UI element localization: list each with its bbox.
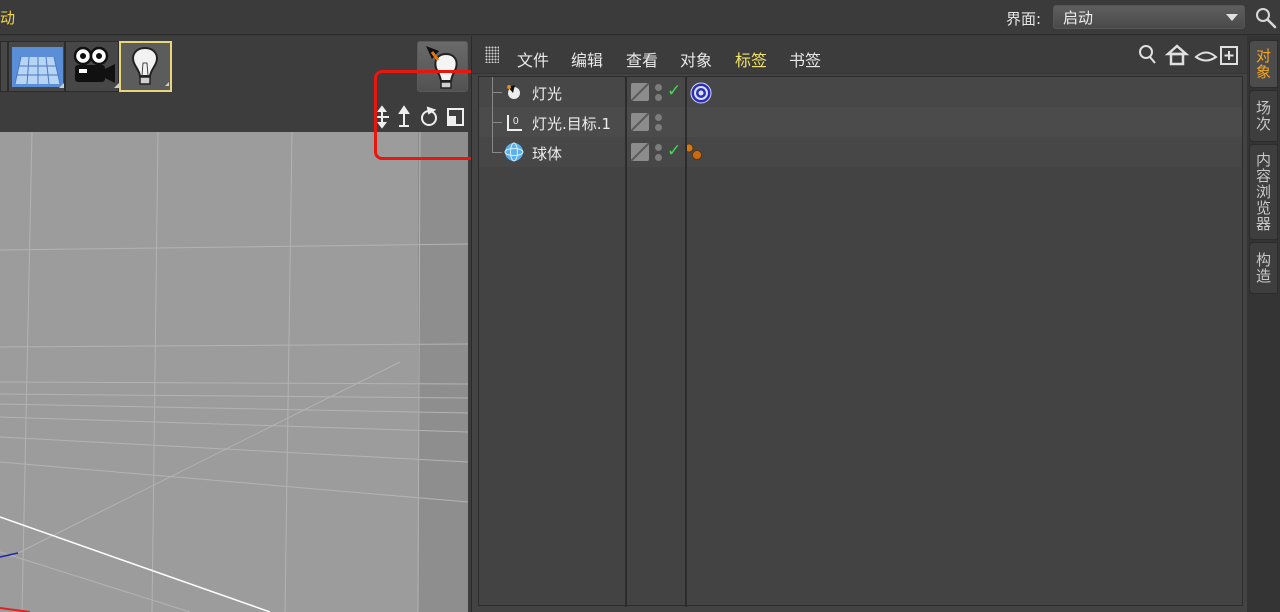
panel-grip-icon[interactable] <box>485 46 499 63</box>
search-icon[interactable] <box>1255 7 1277 29</box>
render-visibility-dot[interactable] <box>655 154 662 161</box>
editor-visibility-dot[interactable] <box>655 84 662 91</box>
layout-select[interactable]: 启动 <box>1053 5 1245 29</box>
add-view-icon[interactable] <box>1220 46 1238 65</box>
enabled-check-icon[interactable]: ✓ <box>667 141 681 161</box>
target-tag-icon[interactable] <box>689 81 713 105</box>
tree-connector <box>492 92 502 93</box>
top-bar: 动 界面: 启动 <box>0 0 1280 35</box>
table-row[interactable]: 0 灯光.目标.1 <box>479 107 1242 137</box>
object-manager-panel: 文件 编辑 查看 对象 标签 书签 灯光 ✓ 0 灯光.目标.1 球体 ✓ <box>471 36 1248 612</box>
toolbar <box>0 41 175 93</box>
floor-icon <box>12 47 64 88</box>
tab-content-browser[interactable]: 内容浏览器 <box>1249 144 1278 240</box>
sphere-icon <box>504 142 524 162</box>
layout-select-value: 启动 <box>1063 9 1094 27</box>
render-visibility-dot[interactable] <box>655 124 662 131</box>
dropdown-arrow-icon[interactable] <box>1226 14 1238 21</box>
viewport-grid <box>0 132 468 612</box>
render-visibility-dot[interactable] <box>655 94 662 101</box>
viewport-panel <box>0 36 503 612</box>
layer-toggle[interactable] <box>631 143 649 161</box>
lightbulb-icon <box>132 46 169 86</box>
editor-visibility-dot[interactable] <box>655 114 662 121</box>
object-name: 灯光 <box>532 85 563 103</box>
light-icon <box>507 85 520 99</box>
column-divider[interactable] <box>625 77 627 607</box>
object-name: 灯光.目标.1 <box>532 115 612 133</box>
tree-connector <box>492 77 493 152</box>
layer-toggle[interactable] <box>631 83 649 101</box>
camera-icon <box>73 46 119 88</box>
eye-icon[interactable] <box>1194 51 1218 62</box>
tree-connector <box>492 152 502 153</box>
menu-object[interactable]: 对象 <box>680 47 712 71</box>
floor-tool-button[interactable] <box>8 41 65 92</box>
menu-tags[interactable]: 标签 <box>735 47 767 71</box>
editor-visibility-dot[interactable] <box>655 144 662 151</box>
table-row[interactable]: 灯光 ✓ <box>479 77 1242 107</box>
tree-connector <box>492 122 502 123</box>
object-manager-tools <box>1139 44 1238 66</box>
menu-view[interactable]: 查看 <box>626 47 658 71</box>
light-tool-button[interactable] <box>119 41 172 92</box>
layout-title-fragment: 动 <box>0 9 16 27</box>
tool-button-partial[interactable] <box>0 41 8 92</box>
layout-label: 界面: <box>1006 10 1042 28</box>
side-tab-bar: 对象 场次 内容浏览器 构造 <box>1247 36 1280 612</box>
camera-tool-button[interactable] <box>65 41 119 92</box>
search-icon[interactable] <box>1139 45 1156 64</box>
object-list: 灯光 ✓ 0 灯光.目标.1 球体 ✓ <box>478 76 1243 607</box>
object-name: 球体 <box>532 145 563 163</box>
table-row[interactable]: 球体 ✓ <box>479 137 1242 167</box>
column-divider[interactable] <box>685 77 687 607</box>
3d-viewport[interactable] <box>0 132 468 612</box>
menu-file[interactable]: 文件 <box>517 47 549 71</box>
tab-objects[interactable]: 对象 <box>1249 40 1278 88</box>
svg-text:0: 0 <box>513 116 519 127</box>
enabled-check-icon[interactable]: ✓ <box>667 81 681 101</box>
menu-bookmarks[interactable]: 书签 <box>789 47 821 71</box>
menu-edit[interactable]: 编辑 <box>571 47 603 71</box>
layer-toggle[interactable] <box>631 113 649 131</box>
tab-takes[interactable]: 场次 <box>1249 90 1278 142</box>
home-icon[interactable] <box>1164 44 1190 66</box>
tab-structure[interactable]: 构造 <box>1249 242 1278 294</box>
null-object-icon: 0 <box>507 115 522 131</box>
object-manager-menubar: 文件 编辑 查看 对象 标签 书签 <box>472 36 1248 74</box>
